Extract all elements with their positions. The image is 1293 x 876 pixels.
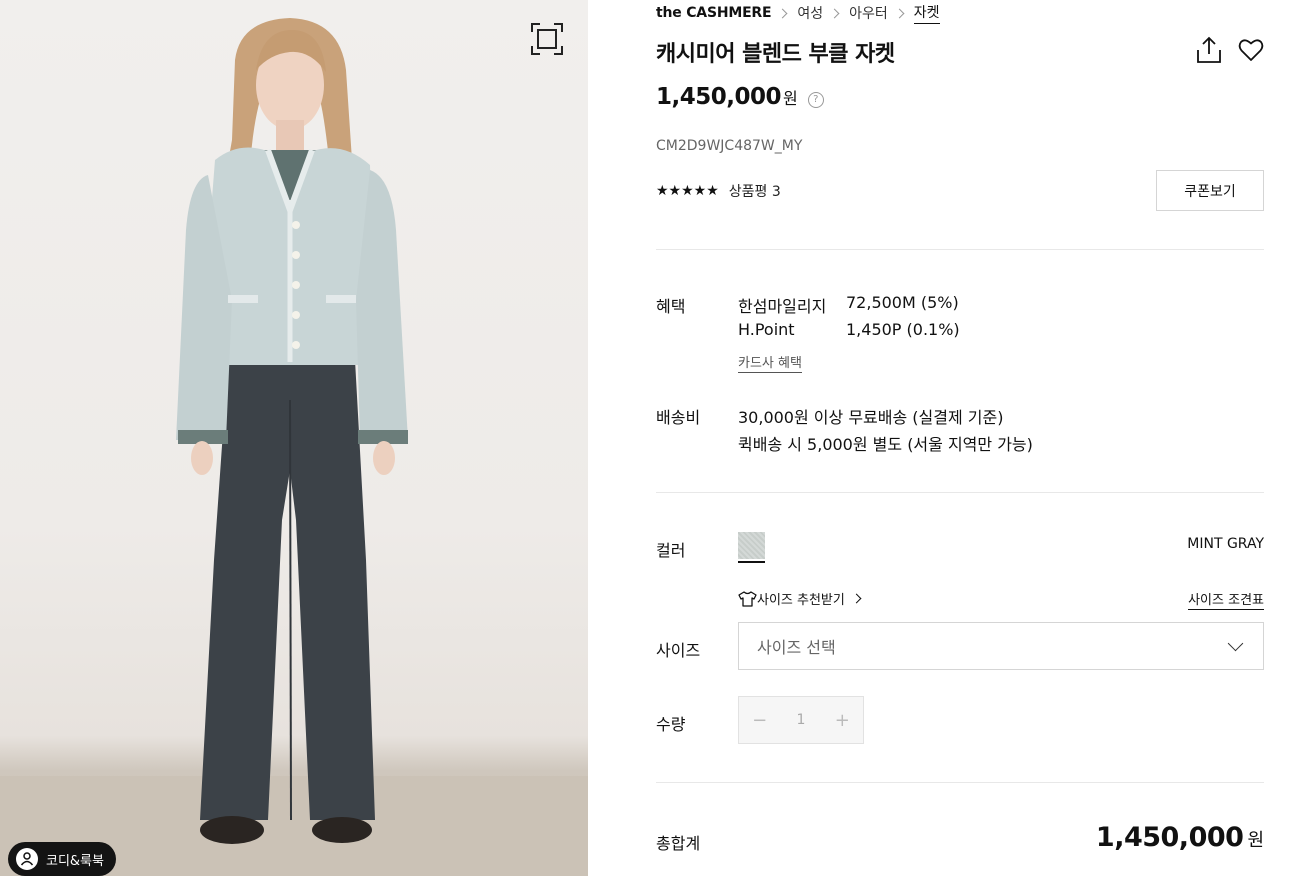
heart-icon[interactable]	[1238, 37, 1264, 63]
price-value: 1,450,000	[656, 84, 782, 110]
chevron-right-icon	[894, 8, 905, 18]
total-amount: 1,450,000	[1095, 822, 1244, 853]
swatch-chip	[738, 532, 765, 559]
cody-lookbook-label: 코디&룩북	[46, 853, 104, 869]
model-illustration	[0, 18, 588, 876]
divider	[656, 492, 1264, 493]
selected-color-name: MINT GRAY	[1187, 536, 1264, 552]
coupon-button[interactable]: 쿠폰보기	[1156, 170, 1264, 211]
quantity-label: 수량	[656, 715, 686, 734]
chevron-down-icon	[1227, 635, 1244, 652]
size-select-dropdown[interactable]: 사이즈 선택	[738, 622, 1264, 670]
total-unit: 원	[1247, 830, 1264, 851]
breadcrumb-item-outer[interactable]: 아우터	[849, 3, 888, 23]
size-label: 사이즈	[656, 641, 701, 660]
card-benefit-link[interactable]: 카드사 혜택	[738, 352, 802, 373]
tshirt-icon	[738, 590, 757, 607]
size-recommend-label: 사이즈 추천받기	[757, 593, 845, 608]
size-select-placeholder: 사이즈 선택	[757, 638, 836, 657]
breadcrumb: the CASHMERE 여성 아우터 자켓	[656, 2, 940, 24]
color-label: 컬러	[656, 541, 686, 560]
benefit-label: 혜택	[656, 297, 686, 316]
product-code: CM2D9WJC487W_MY	[656, 138, 803, 154]
total-price: 1,450,000 원	[1096, 822, 1264, 853]
price: 1,450,000 원 ?	[656, 84, 824, 110]
share-icon[interactable]	[1196, 36, 1222, 64]
price-unit: 원	[783, 89, 798, 108]
fullscreen-icon[interactable]	[530, 22, 564, 56]
benefit-name-hpoint: H.Point	[738, 320, 795, 339]
shipping-label: 배송비	[656, 408, 701, 427]
star-rating-icon: ★★★★★	[656, 183, 719, 199]
divider	[656, 782, 1264, 783]
chevron-right-icon	[777, 8, 788, 18]
help-icon[interactable]: ?	[807, 91, 824, 108]
quantity-minus-button[interactable]: −	[739, 710, 780, 731]
color-swatch-mint-gray[interactable]	[738, 532, 765, 563]
breadcrumb-item-jacket[interactable]: 자켓	[913, 2, 940, 24]
shipping-line-1: 30,000원 이상 무료배송 (실결제 기준)	[738, 408, 1004, 427]
quantity-plus-button[interactable]: +	[822, 710, 863, 731]
benefit-value-mileage: 72,500M (5%)	[846, 293, 959, 312]
breadcrumb-brand[interactable]: the CASHMERE	[656, 5, 772, 21]
total-label: 총합계	[656, 834, 701, 853]
product-title: 캐시미어 블렌드 부클 자켓	[656, 42, 895, 67]
breadcrumb-item-women[interactable]: 여성	[797, 3, 823, 23]
size-recommend-link[interactable]: 사이즈 추천받기	[738, 589, 862, 608]
product-image[interactable]: 코디&룩북	[0, 0, 588, 876]
size-chart-link[interactable]: 사이즈 조견표	[1188, 589, 1264, 610]
swatch-selected-underline	[738, 561, 765, 563]
benefit-value-hpoint: 1,450P (0.1%)	[846, 320, 960, 339]
quantity-stepper: − 1 +	[738, 696, 864, 744]
review-count: 상품평 3	[728, 184, 781, 200]
chevron-right-icon	[851, 593, 862, 604]
chevron-right-icon	[829, 8, 840, 18]
benefit-name-mileage: 한섬마일리지	[738, 297, 827, 316]
product-info-panel: the CASHMERE 여성 아우터 자켓 캐시미어 블렌드 부클 자켓 1,…	[656, 0, 1264, 876]
quantity-value[interactable]: 1	[780, 712, 821, 728]
review-summary[interactable]: ★★★★★ 상품평 3	[656, 181, 781, 201]
divider	[656, 249, 1264, 250]
person-icon	[16, 848, 38, 870]
shipping-line-2: 퀵배송 시 5,000원 별도 (서울 지역만 가능)	[738, 435, 1033, 454]
cody-lookbook-button[interactable]: 코디&룩북	[8, 842, 116, 876]
